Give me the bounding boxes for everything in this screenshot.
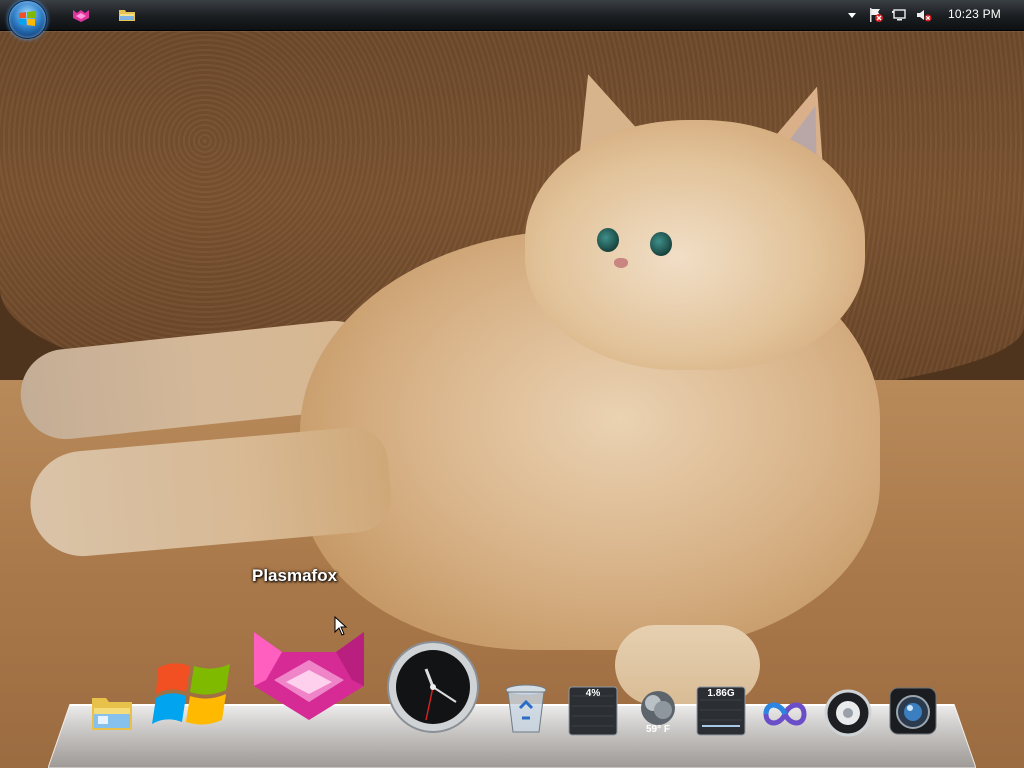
plasmafox-icon bbox=[73, 10, 89, 22]
dock-recycle-bin-button[interactable] bbox=[504, 682, 548, 736]
start-button[interactable] bbox=[8, 0, 47, 39]
dock-clock-gadget[interactable] bbox=[386, 640, 480, 734]
chevron-down-icon bbox=[848, 13, 856, 18]
volume-muted-icon bbox=[917, 10, 932, 22]
camera-icon bbox=[889, 687, 937, 735]
dock-weather-gadget[interactable]: 59° F bbox=[636, 690, 680, 738]
dock-visual-studio-button[interactable] bbox=[760, 696, 810, 732]
wallpaper-cat-head bbox=[525, 120, 865, 370]
volume-control[interactable] bbox=[916, 7, 932, 23]
dock-windows-button[interactable] bbox=[152, 654, 236, 732]
cpu-meter-value: 4% bbox=[585, 688, 601, 699]
taskbar: 10:23 PM bbox=[0, 0, 1024, 39]
folder-icon bbox=[119, 10, 135, 21]
wallpaper-cat-nose bbox=[614, 258, 628, 268]
windows-logo-icon bbox=[152, 663, 230, 725]
dock-cpu-meter-gadget[interactable]: 4% bbox=[568, 686, 618, 736]
taskbar-clock[interactable]: 10:23 PM bbox=[948, 7, 1001, 21]
windows-flag-icon bbox=[19, 11, 35, 26]
infinity-icon bbox=[763, 702, 807, 726]
show-hidden-icons-button[interactable] bbox=[844, 7, 860, 23]
desktop-wallpaper bbox=[0, 0, 1024, 768]
network-status[interactable] bbox=[892, 7, 908, 23]
speaker-icon bbox=[824, 689, 872, 737]
dock-media-player-button[interactable] bbox=[822, 688, 874, 738]
action-center-flag[interactable] bbox=[868, 7, 884, 23]
taskbar-plasmafox-button[interactable] bbox=[71, 5, 91, 25]
plasmafox-icon bbox=[254, 632, 364, 720]
dock-memory-meter-gadget[interactable]: 1.86G bbox=[696, 686, 746, 736]
folder-icon bbox=[92, 698, 132, 730]
dock-explorer-button[interactable] bbox=[88, 688, 136, 736]
clock-icon bbox=[387, 641, 479, 733]
arrow-cursor-icon bbox=[334, 615, 348, 636]
dock-camera-button[interactable] bbox=[888, 686, 938, 736]
mouse-cursor bbox=[334, 615, 348, 636]
recycle-bin-icon bbox=[505, 684, 547, 733]
network-icon bbox=[892, 9, 906, 21]
dock-plasmafox-button[interactable] bbox=[252, 630, 366, 722]
wallpaper-cat-eye-right bbox=[650, 232, 672, 256]
weather-icon bbox=[641, 691, 675, 725]
taskbar-explorer-button[interactable] bbox=[117, 5, 137, 25]
dock-hover-label: Plasmafox bbox=[252, 566, 338, 585]
action-center-flag-icon bbox=[870, 8, 883, 22]
weather-temperature: 59° F bbox=[645, 724, 670, 735]
wallpaper-cat-eye-left bbox=[597, 228, 619, 252]
memory-meter-value: 1.86G bbox=[707, 688, 735, 699]
